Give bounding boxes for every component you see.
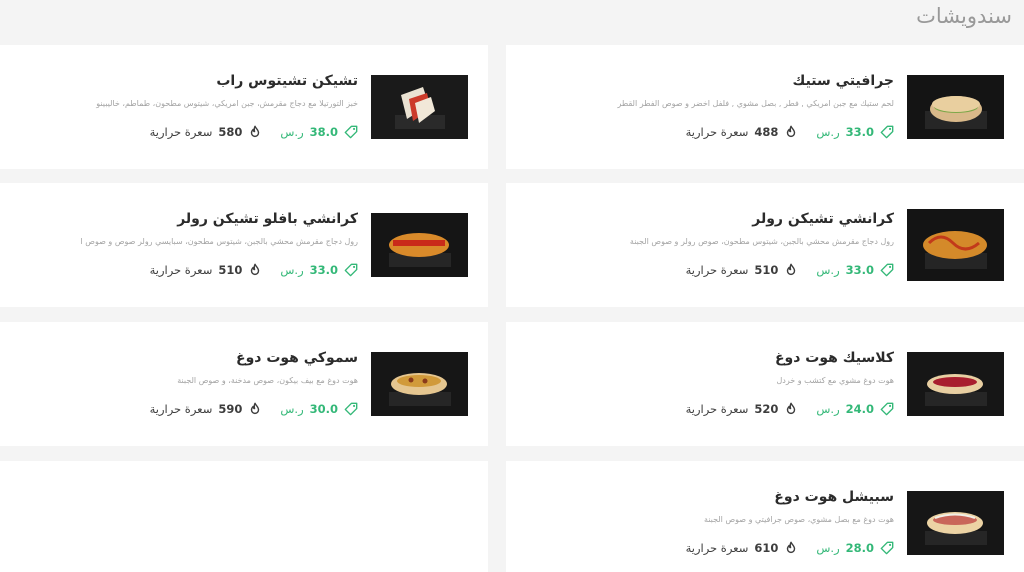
calories-value: 520: [754, 402, 779, 416]
item-title: سبيشل هوت دوغ: [774, 489, 894, 505]
calories-label: سعرة حرارية: [149, 263, 213, 277]
calories-value: 610: [754, 541, 779, 555]
item-image-special-hot-dog: [907, 491, 1004, 555]
currency-label: ر.س: [816, 402, 840, 416]
item-title: كرانشي بافلو تشيكن رولر: [177, 211, 358, 227]
calories-value: 590: [218, 402, 243, 416]
item-description: هوت دوغ مع بيف بيكون، صوص مدخنة، و صوص ا…: [177, 376, 358, 385]
calories-label: سعرة حرارية: [685, 402, 749, 416]
menu-item-card[interactable]: جرافيتي ستيك لحم ستيك مع جبن امريكي , فط…: [506, 45, 1024, 169]
item-description: هوت دوغ مشوي مع كتشب و خردل: [776, 376, 894, 385]
item-calories: 488 سعرة حرارية: [686, 123, 799, 141]
empty-card-slot: [0, 461, 488, 572]
item-calories: 520 سعرة حرارية: [686, 400, 799, 418]
calories-label: سعرة حرارية: [685, 263, 749, 277]
currency-label: ر.س: [816, 125, 840, 139]
item-calories: 510 سعرة حرارية: [150, 261, 263, 279]
price-tag-icon: [880, 263, 894, 277]
item-title: تشيكن تشيتوس راب: [216, 73, 358, 89]
price-tag-icon: [344, 125, 358, 139]
section-title: سندويشات: [916, 4, 1012, 28]
price-value: 38.0: [309, 125, 338, 139]
price-tag-icon: [880, 541, 894, 555]
price-value: 33.0: [845, 125, 874, 139]
menu-item-card[interactable]: سبيشل هوت دوغ هوت دوغ مع بصل مشوي، صوص ج…: [506, 461, 1024, 572]
flame-icon: [787, 263, 796, 276]
price-value: 33.0: [845, 263, 874, 277]
item-price: 38.0 ر.س: [280, 123, 358, 141]
item-description: خبز التورتيلا مع دجاج مقرمش، جبن امريكي،…: [96, 99, 358, 108]
menu-item-card[interactable]: كلاسيك هوت دوغ هوت دوغ مشوي مع كتشب و خر…: [506, 322, 1024, 446]
menu-item-card[interactable]: كرانشي تشيكن رولر رول دجاج مقرمش محشي با…: [506, 183, 1024, 307]
item-calories: 590 سعرة حرارية: [150, 400, 263, 418]
item-title: كرانشي تشيكن رولر: [752, 211, 894, 227]
price-value: 24.0: [845, 402, 874, 416]
flame-icon: [251, 402, 260, 415]
currency-label: ر.س: [816, 263, 840, 277]
menu-page: سندويشات جرافيتي ستيك لحم ستيك مع جبن ام…: [0, 0, 1024, 572]
calories-value: 510: [754, 263, 779, 277]
price-value: 30.0: [309, 402, 338, 416]
menu-item-card[interactable]: سموكي هوت دوغ هوت دوغ مع بيف بيكون، صوص …: [0, 322, 488, 446]
currency-label: ر.س: [280, 125, 304, 139]
item-description: لحم ستيك مع جبن امريكي , فطر , بصل مشوي …: [617, 99, 894, 108]
price-value: 33.0: [309, 263, 338, 277]
calories-value: 580: [218, 125, 243, 139]
currency-label: ر.س: [280, 402, 304, 416]
item-price: 33.0 ر.س: [280, 261, 358, 279]
item-title: سموكي هوت دوغ: [236, 350, 358, 366]
flame-icon: [787, 402, 796, 415]
price-tag-icon: [344, 402, 358, 416]
item-title: كلاسيك هوت دوغ: [774, 350, 894, 366]
item-image-crunchy-chicken-roller: [907, 209, 1004, 281]
flame-icon: [787, 125, 796, 138]
menu-item-card[interactable]: تشيكن تشيتوس راب خبز التورتيلا مع دجاج م…: [0, 45, 488, 169]
flame-icon: [251, 263, 260, 276]
item-description: رول دجاج مقرمش محشي بالجبن، شيتوس مطحون،…: [80, 237, 358, 246]
item-image-smoky-hot-dog: [371, 352, 468, 416]
item-price: 30.0 ر.س: [280, 400, 358, 418]
calories-label: سعرة حرارية: [685, 125, 749, 139]
item-title: جرافيتي ستيك: [792, 73, 894, 89]
item-image-graffiti-steak: [907, 75, 1004, 139]
item-image-classic-hot-dog: [907, 352, 1004, 416]
item-image-crunchy-buffalo-roller: [371, 213, 468, 277]
item-price: 33.0 ر.س: [816, 261, 894, 279]
item-price: 33.0 ر.س: [816, 123, 894, 141]
calories-label: سعرة حرارية: [685, 541, 749, 555]
item-price: 24.0 ر.س: [816, 400, 894, 418]
price-tag-icon: [880, 125, 894, 139]
calories-value: 488: [754, 125, 779, 139]
item-calories: 510 سعرة حرارية: [686, 261, 799, 279]
flame-icon: [787, 541, 796, 554]
price-tag-icon: [344, 263, 358, 277]
item-calories: 610 سعرة حرارية: [686, 539, 799, 557]
currency-label: ر.س: [280, 263, 304, 277]
calories-value: 510: [218, 263, 243, 277]
calories-label: سعرة حرارية: [149, 125, 213, 139]
currency-label: ر.س: [816, 541, 840, 555]
item-description: رول دجاج مقرمش محشي بالجبن، شيتوس مطحون،…: [629, 237, 894, 246]
flame-icon: [251, 125, 260, 138]
item-price: 28.0 ر.س: [816, 539, 894, 557]
item-description: هوت دوغ مع بصل مشوي، صوص جرافيتي و صوص ا…: [703, 515, 894, 524]
price-value: 28.0: [845, 541, 874, 555]
item-calories: 580 سعرة حرارية: [150, 123, 263, 141]
menu-item-card[interactable]: كرانشي بافلو تشيكن رولر رول دجاج مقرمش م…: [0, 183, 488, 307]
calories-label: سعرة حرارية: [149, 402, 213, 416]
price-tag-icon: [880, 402, 894, 416]
item-image-chicken-cheetos-wrap: [371, 75, 468, 139]
